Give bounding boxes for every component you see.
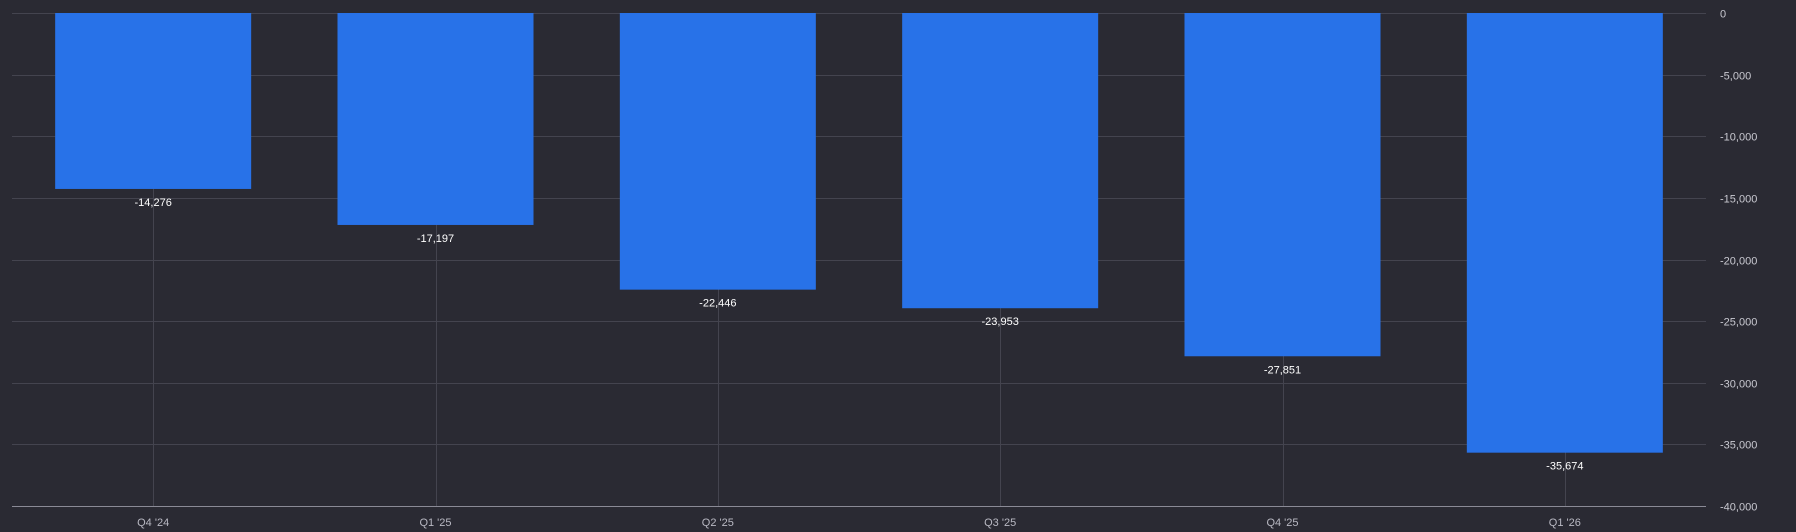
x-tick-label: Q3 '25	[984, 517, 1016, 529]
data-label: -17,197	[417, 233, 454, 245]
data-label: -23,953	[982, 316, 1019, 328]
x-tick-label: Q4 '25	[1266, 517, 1298, 529]
y-tick-label: -40,000	[1720, 502, 1757, 514]
bar	[55, 13, 252, 189]
bar	[1466, 13, 1663, 453]
data-label: -27,851	[1264, 364, 1301, 376]
chart-canvas: 0 -5,000 -10,000 -15,000 -20,000 -25,000 -30,0…	[12, 9, 1757, 529]
bar	[1184, 13, 1381, 357]
gridlines	[12, 13, 1706, 507]
bars	[55, 13, 1663, 453]
y-tick-label: -25,000	[1720, 317, 1757, 329]
data-label: -14,276	[135, 197, 172, 209]
y-tick-label: -20,000	[1720, 256, 1757, 268]
bar	[337, 13, 534, 225]
y-tick-label: 0	[1720, 9, 1726, 21]
y-tick-label: -15,000	[1720, 194, 1757, 206]
y-tick-label: -10,000	[1720, 132, 1757, 144]
y-tick-label: -30,000	[1720, 379, 1757, 391]
bar	[902, 13, 1099, 309]
data-label: -35,674	[1546, 461, 1583, 473]
x-tick-label: Q4 '24	[137, 517, 169, 529]
y-tick-label: -5,000	[1720, 71, 1751, 83]
bar-chart: 0 -5,000 -10,000 -15,000 -20,000 -25,000 -30,0…	[0, 0, 1796, 532]
y-tick-label: -35,000	[1720, 440, 1757, 452]
x-tick-label: Q1 '26	[1549, 517, 1581, 529]
x-tick-label: Q1 '25	[419, 517, 451, 529]
bar	[619, 13, 816, 290]
data-label: -22,446	[699, 298, 736, 310]
x-tick-label: Q2 '25	[702, 517, 734, 529]
